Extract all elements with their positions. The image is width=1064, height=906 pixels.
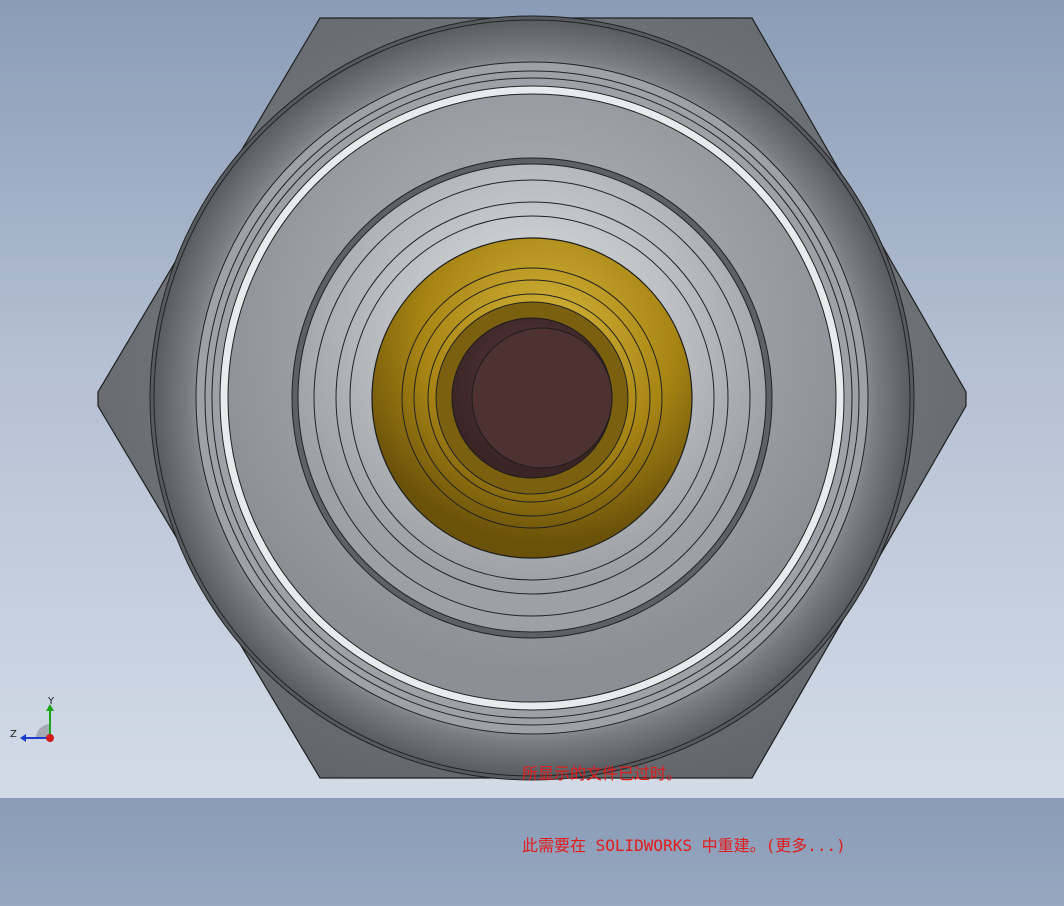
part-model[interactable] [0, 0, 1064, 798]
y-axis-label: Y [48, 696, 55, 707]
z-axis-label: Z [10, 729, 17, 740]
warning-line-outdated: 所显示的文件已过时。 [522, 764, 683, 783]
warning-line-rebuild: 此需要在 SOLIDWORKS 中重建。(更多...) [522, 834, 846, 858]
warning-more-link[interactable]: (更多...) [766, 836, 846, 855]
rebuild-warning: 所显示的文件已过时。 此需要在 SOLIDWORKS 中重建。(更多...) [522, 714, 846, 906]
graphics-viewport[interactable]: Y Z 所显示的文件已过时。 此需要在 SOLIDWORKS 中重建。(更多..… [0, 0, 1064, 855]
bore-inner-edge [471, 327, 613, 469]
warning-rebuild-text: 此需要在 SOLIDWORKS 中重建。 [522, 836, 766, 855]
triad-axes-icon [20, 704, 54, 742]
reference-triad[interactable]: Y Z [8, 696, 68, 758]
